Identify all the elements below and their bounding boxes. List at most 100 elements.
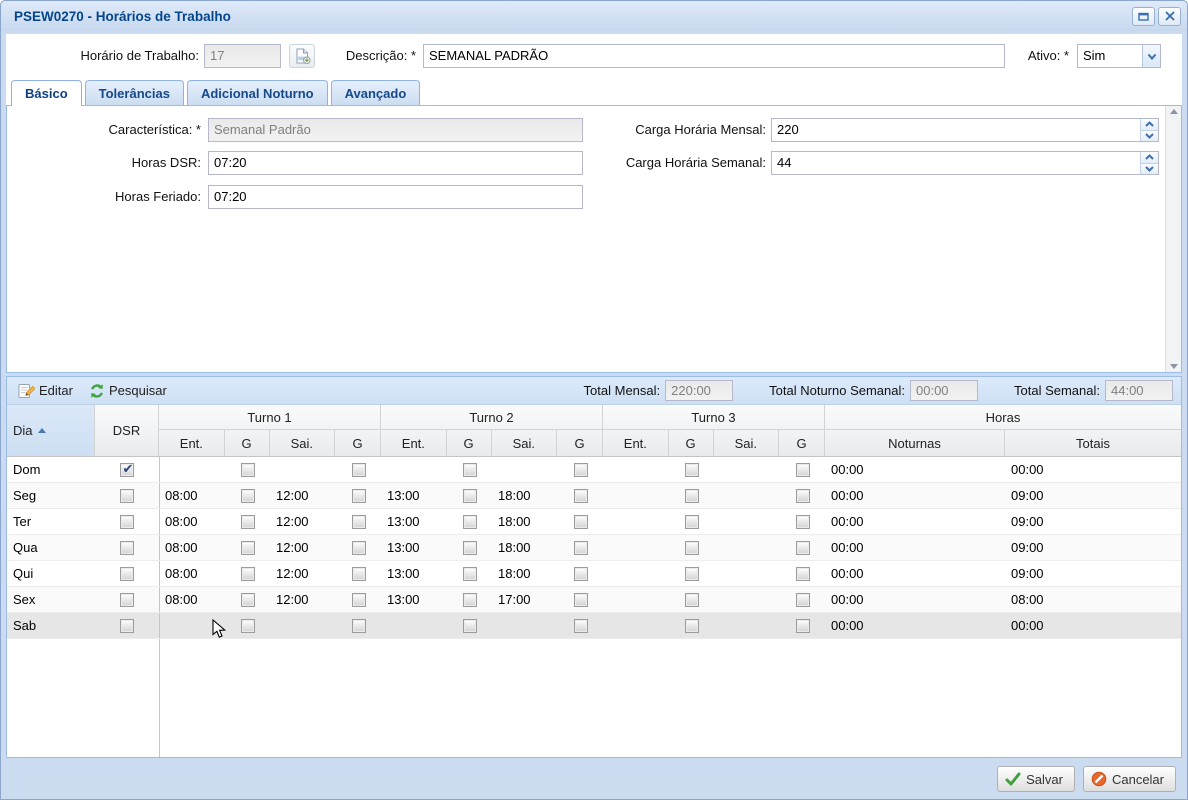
carga-semanal-spinner[interactable]: 44 <box>771 151 1159 175</box>
t1-ent-cell-sex[interactable]: 08:00 <box>159 587 225 612</box>
grid-row-ter[interactable]: Ter08:0012:0013:0018:0000:0009:00 <box>7 509 1181 535</box>
t1-g1-checkbox-ter[interactable] <box>241 515 255 529</box>
t2-sai-cell-sex[interactable]: 17:00 <box>492 587 558 612</box>
header-t3-g1[interactable]: G <box>669 430 714 456</box>
t3-sai-cell-seg[interactable] <box>714 483 780 508</box>
grid-row-seg[interactable]: Seg08:0012:0013:0018:0000:0009:00 <box>7 483 1181 509</box>
header-t3-g2[interactable]: G <box>779 430 824 456</box>
t1-g2-checkbox-ter[interactable] <box>352 515 366 529</box>
t2-g2-checkbox-qua[interactable] <box>574 541 588 555</box>
t2-ent-cell-ter[interactable]: 13:00 <box>381 509 447 534</box>
dsr-checkbox-sab[interactable] <box>120 619 134 633</box>
t2-g2-checkbox-sex[interactable] <box>574 593 588 607</box>
t1-g1-checkbox-sab[interactable] <box>241 619 255 633</box>
t1-sai-cell-qui[interactable]: 12:00 <box>270 561 336 586</box>
t1-g1-checkbox-sex[interactable] <box>241 593 255 607</box>
grid-row-sex[interactable]: Sex08:0012:0013:0017:0000:0008:00 <box>7 587 1181 613</box>
t3-g2-checkbox-sex[interactable] <box>796 593 810 607</box>
dsr-checkbox-ter[interactable] <box>120 515 134 529</box>
t3-ent-cell-sab[interactable] <box>603 613 669 638</box>
t3-g2-checkbox-qua[interactable] <box>796 541 810 555</box>
header-dia[interactable]: Dia <box>7 405 95 456</box>
t2-sai-cell-qui[interactable]: 18:00 <box>492 561 558 586</box>
carga-mensal-spinner[interactable]: 220 <box>771 118 1159 142</box>
header-t3-sai[interactable]: Sai. <box>714 430 780 456</box>
t3-g2-checkbox-sab[interactable] <box>796 619 810 633</box>
t3-g1-checkbox-sab[interactable] <box>685 619 699 633</box>
dsr-checkbox-dom[interactable]: ✔ <box>120 463 134 477</box>
t2-g1-checkbox-sex[interactable] <box>463 593 477 607</box>
t2-sai-cell-sab[interactable] <box>492 613 558 638</box>
t1-sai-cell-ter[interactable]: 12:00 <box>270 509 336 534</box>
header-turno3[interactable]: Turno 3 <box>603 405 824 430</box>
t2-g1-checkbox-qua[interactable] <box>463 541 477 555</box>
t1-g1-checkbox-seg[interactable] <box>241 489 255 503</box>
t2-g1-checkbox-dom[interactable] <box>463 463 477 477</box>
header-t1-g2[interactable]: G <box>335 430 380 456</box>
header-t2-ent[interactable]: Ent. <box>381 430 447 456</box>
ativo-dropdown-trigger[interactable] <box>1142 45 1160 67</box>
t2-sai-cell-ter[interactable]: 18:00 <box>492 509 558 534</box>
t2-ent-cell-sex[interactable]: 13:00 <box>381 587 447 612</box>
header-t2-sai[interactable]: Sai. <box>492 430 558 456</box>
header-dsr[interactable]: DSR <box>95 405 159 456</box>
t3-g1-checkbox-sex[interactable] <box>685 593 699 607</box>
t2-ent-cell-seg[interactable]: 13:00 <box>381 483 447 508</box>
t1-ent-cell-ter[interactable]: 08:00 <box>159 509 225 534</box>
t1-g1-checkbox-dom[interactable] <box>241 463 255 477</box>
grid-row-qui[interactable]: Qui08:0012:0013:0018:0000:0009:00 <box>7 561 1181 587</box>
pesquisar-button[interactable]: Pesquisar <box>84 381 172 401</box>
salvar-button[interactable]: Salvar <box>997 766 1075 792</box>
carga-semanal-spin-down[interactable] <box>1141 163 1158 175</box>
t3-sai-cell-qua[interactable] <box>714 535 780 560</box>
t1-ent-cell-seg[interactable]: 08:00 <box>159 483 225 508</box>
ativo-combobox[interactable]: Sim <box>1077 44 1161 68</box>
dsr-checkbox-sex[interactable] <box>120 593 134 607</box>
grid-row-dom[interactable]: Dom✔00:0000:00 <box>7 457 1181 483</box>
t3-sai-cell-ter[interactable] <box>714 509 780 534</box>
t3-ent-cell-dom[interactable] <box>603 457 669 482</box>
t3-g1-checkbox-dom[interactable] <box>685 463 699 477</box>
t2-g1-checkbox-qui[interactable] <box>463 567 477 581</box>
t1-g1-checkbox-qua[interactable] <box>241 541 255 555</box>
editar-button[interactable]: Editar <box>13 381 78 401</box>
t3-sai-cell-dom[interactable] <box>714 457 780 482</box>
grid-row-qua[interactable]: Qua08:0012:0013:0018:0000:0009:00 <box>7 535 1181 561</box>
t2-g2-checkbox-sab[interactable] <box>574 619 588 633</box>
t1-g2-checkbox-dom[interactable] <box>352 463 366 477</box>
t3-sai-cell-qui[interactable] <box>714 561 780 586</box>
t2-sai-cell-qua[interactable]: 18:00 <box>492 535 558 560</box>
header-t3-ent[interactable]: Ent. <box>603 430 669 456</box>
t1-sai-cell-dom[interactable] <box>270 457 336 482</box>
panel-scrollbar[interactable] <box>1165 106 1181 372</box>
cancelar-button[interactable]: Cancelar <box>1083 766 1176 792</box>
t1-ent-cell-qua[interactable]: 08:00 <box>159 535 225 560</box>
grid-row-sab[interactable]: Sab00:0000:00 <box>7 613 1181 639</box>
t3-g1-checkbox-ter[interactable] <box>685 515 699 529</box>
carga-mensal-spin-down[interactable] <box>1141 130 1158 142</box>
header-t2-g1[interactable]: G <box>447 430 492 456</box>
t3-ent-cell-seg[interactable] <box>603 483 669 508</box>
header-turno2[interactable]: Turno 2 <box>381 405 602 430</box>
tab-adicional-noturno[interactable]: Adicional Noturno <box>187 80 328 105</box>
t1-sai-cell-sab[interactable] <box>270 613 336 638</box>
t2-g1-checkbox-sab[interactable] <box>463 619 477 633</box>
t2-g1-checkbox-seg[interactable] <box>463 489 477 503</box>
t3-g2-checkbox-ter[interactable] <box>796 515 810 529</box>
t3-g1-checkbox-qua[interactable] <box>685 541 699 555</box>
t1-g2-checkbox-sab[interactable] <box>352 619 366 633</box>
close-button[interactable] <box>1158 7 1181 26</box>
t3-ent-cell-sex[interactable] <box>603 587 669 612</box>
t3-g2-checkbox-qui[interactable] <box>796 567 810 581</box>
t1-g1-checkbox-qui[interactable] <box>241 567 255 581</box>
t1-g2-checkbox-sex[interactable] <box>352 593 366 607</box>
scroll-down-icon[interactable] <box>1170 364 1178 369</box>
header-t1-g1[interactable]: G <box>225 430 270 456</box>
t3-g2-checkbox-dom[interactable] <box>796 463 810 477</box>
header-totais[interactable]: Totais <box>1005 430 1181 456</box>
t1-sai-cell-qua[interactable]: 12:00 <box>270 535 336 560</box>
restore-button[interactable] <box>1132 7 1155 26</box>
dsr-checkbox-qui[interactable] <box>120 567 134 581</box>
scroll-up-icon[interactable] <box>1170 109 1178 114</box>
t3-ent-cell-ter[interactable] <box>603 509 669 534</box>
